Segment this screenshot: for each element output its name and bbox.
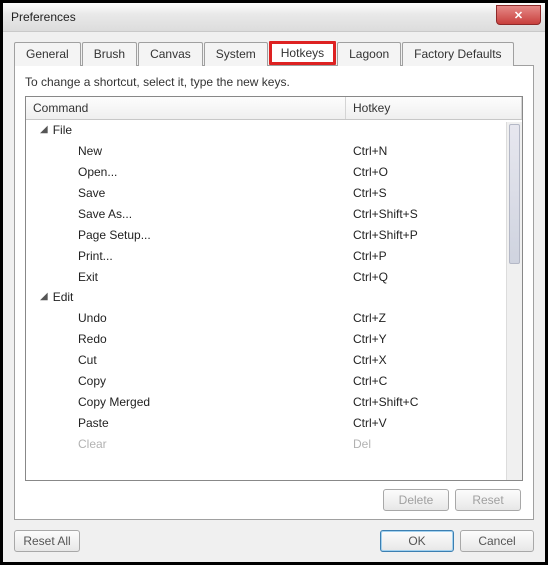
tab-factory-defaults[interactable]: Factory Defaults bbox=[402, 42, 513, 66]
list-body[interactable]: ◢ File NewCtrl+N Open...Ctrl+O SaveCtrl+… bbox=[26, 120, 522, 478]
list-item[interactable]: NewCtrl+N bbox=[26, 140, 522, 161]
tab-lagoon[interactable]: Lagoon bbox=[337, 42, 401, 66]
list-item[interactable]: ClearDel bbox=[26, 433, 522, 454]
titlebar: Preferences ✕ bbox=[3, 3, 545, 32]
tab-brush[interactable]: Brush bbox=[82, 42, 137, 66]
preferences-dialog: Preferences ✕ General Brush Canvas Syste… bbox=[0, 0, 548, 565]
hotkeys-panel: To change a shortcut, select it, type th… bbox=[14, 65, 534, 520]
close-icon: ✕ bbox=[514, 9, 523, 22]
group-file[interactable]: ◢ File bbox=[26, 120, 522, 140]
scrollbar-thumb[interactable] bbox=[509, 124, 520, 264]
tab-general[interactable]: General bbox=[14, 42, 81, 66]
tabs: General Brush Canvas System Hotkeys Lago… bbox=[14, 42, 534, 66]
expand-icon: ◢ bbox=[40, 124, 48, 135]
reset-all-button[interactable]: Reset All bbox=[14, 530, 80, 552]
dialog-content: General Brush Canvas System Hotkeys Lago… bbox=[3, 32, 545, 526]
panel-buttons: Delete Reset bbox=[25, 481, 523, 511]
instruction-text: To change a shortcut, select it, type th… bbox=[25, 75, 523, 89]
list-item[interactable]: Save As...Ctrl+Shift+S bbox=[26, 203, 522, 224]
header-hotkey[interactable]: Hotkey bbox=[346, 97, 522, 119]
reset-button[interactable]: Reset bbox=[455, 489, 521, 511]
list-item[interactable]: RedoCtrl+Y bbox=[26, 328, 522, 349]
list-header: Command Hotkey bbox=[26, 97, 522, 120]
scrollbar[interactable] bbox=[506, 122, 522, 480]
list-item[interactable]: Print...Ctrl+P bbox=[26, 245, 522, 266]
tab-canvas[interactable]: Canvas bbox=[138, 42, 203, 66]
delete-button[interactable]: Delete bbox=[383, 489, 449, 511]
list-item[interactable]: ExitCtrl+Q bbox=[26, 266, 522, 287]
window-title: Preferences bbox=[11, 10, 76, 24]
tab-hotkeys[interactable]: Hotkeys bbox=[269, 41, 336, 65]
close-button[interactable]: ✕ bbox=[496, 5, 541, 25]
list-item[interactable]: Copy MergedCtrl+Shift+C bbox=[26, 391, 522, 412]
header-command[interactable]: Command bbox=[26, 97, 346, 119]
list-item[interactable]: SaveCtrl+S bbox=[26, 182, 522, 203]
list-item[interactable]: CutCtrl+X bbox=[26, 349, 522, 370]
list-item[interactable]: CopyCtrl+C bbox=[26, 370, 522, 391]
cancel-button[interactable]: Cancel bbox=[460, 530, 534, 552]
group-edit[interactable]: ◢ Edit bbox=[26, 287, 522, 307]
ok-button[interactable]: OK bbox=[380, 530, 454, 552]
list-item[interactable]: PasteCtrl+V bbox=[26, 412, 522, 433]
list-item[interactable]: Open...Ctrl+O bbox=[26, 161, 522, 182]
list-item[interactable]: UndoCtrl+Z bbox=[26, 307, 522, 328]
group-label: Edit bbox=[53, 290, 74, 304]
tab-system[interactable]: System bbox=[204, 42, 268, 66]
group-label: File bbox=[53, 123, 72, 137]
expand-icon: ◢ bbox=[40, 291, 48, 302]
hotkey-list: Command Hotkey ◢ File NewCtrl+N Open...C… bbox=[25, 96, 523, 481]
list-item[interactable]: Page Setup...Ctrl+Shift+P bbox=[26, 224, 522, 245]
